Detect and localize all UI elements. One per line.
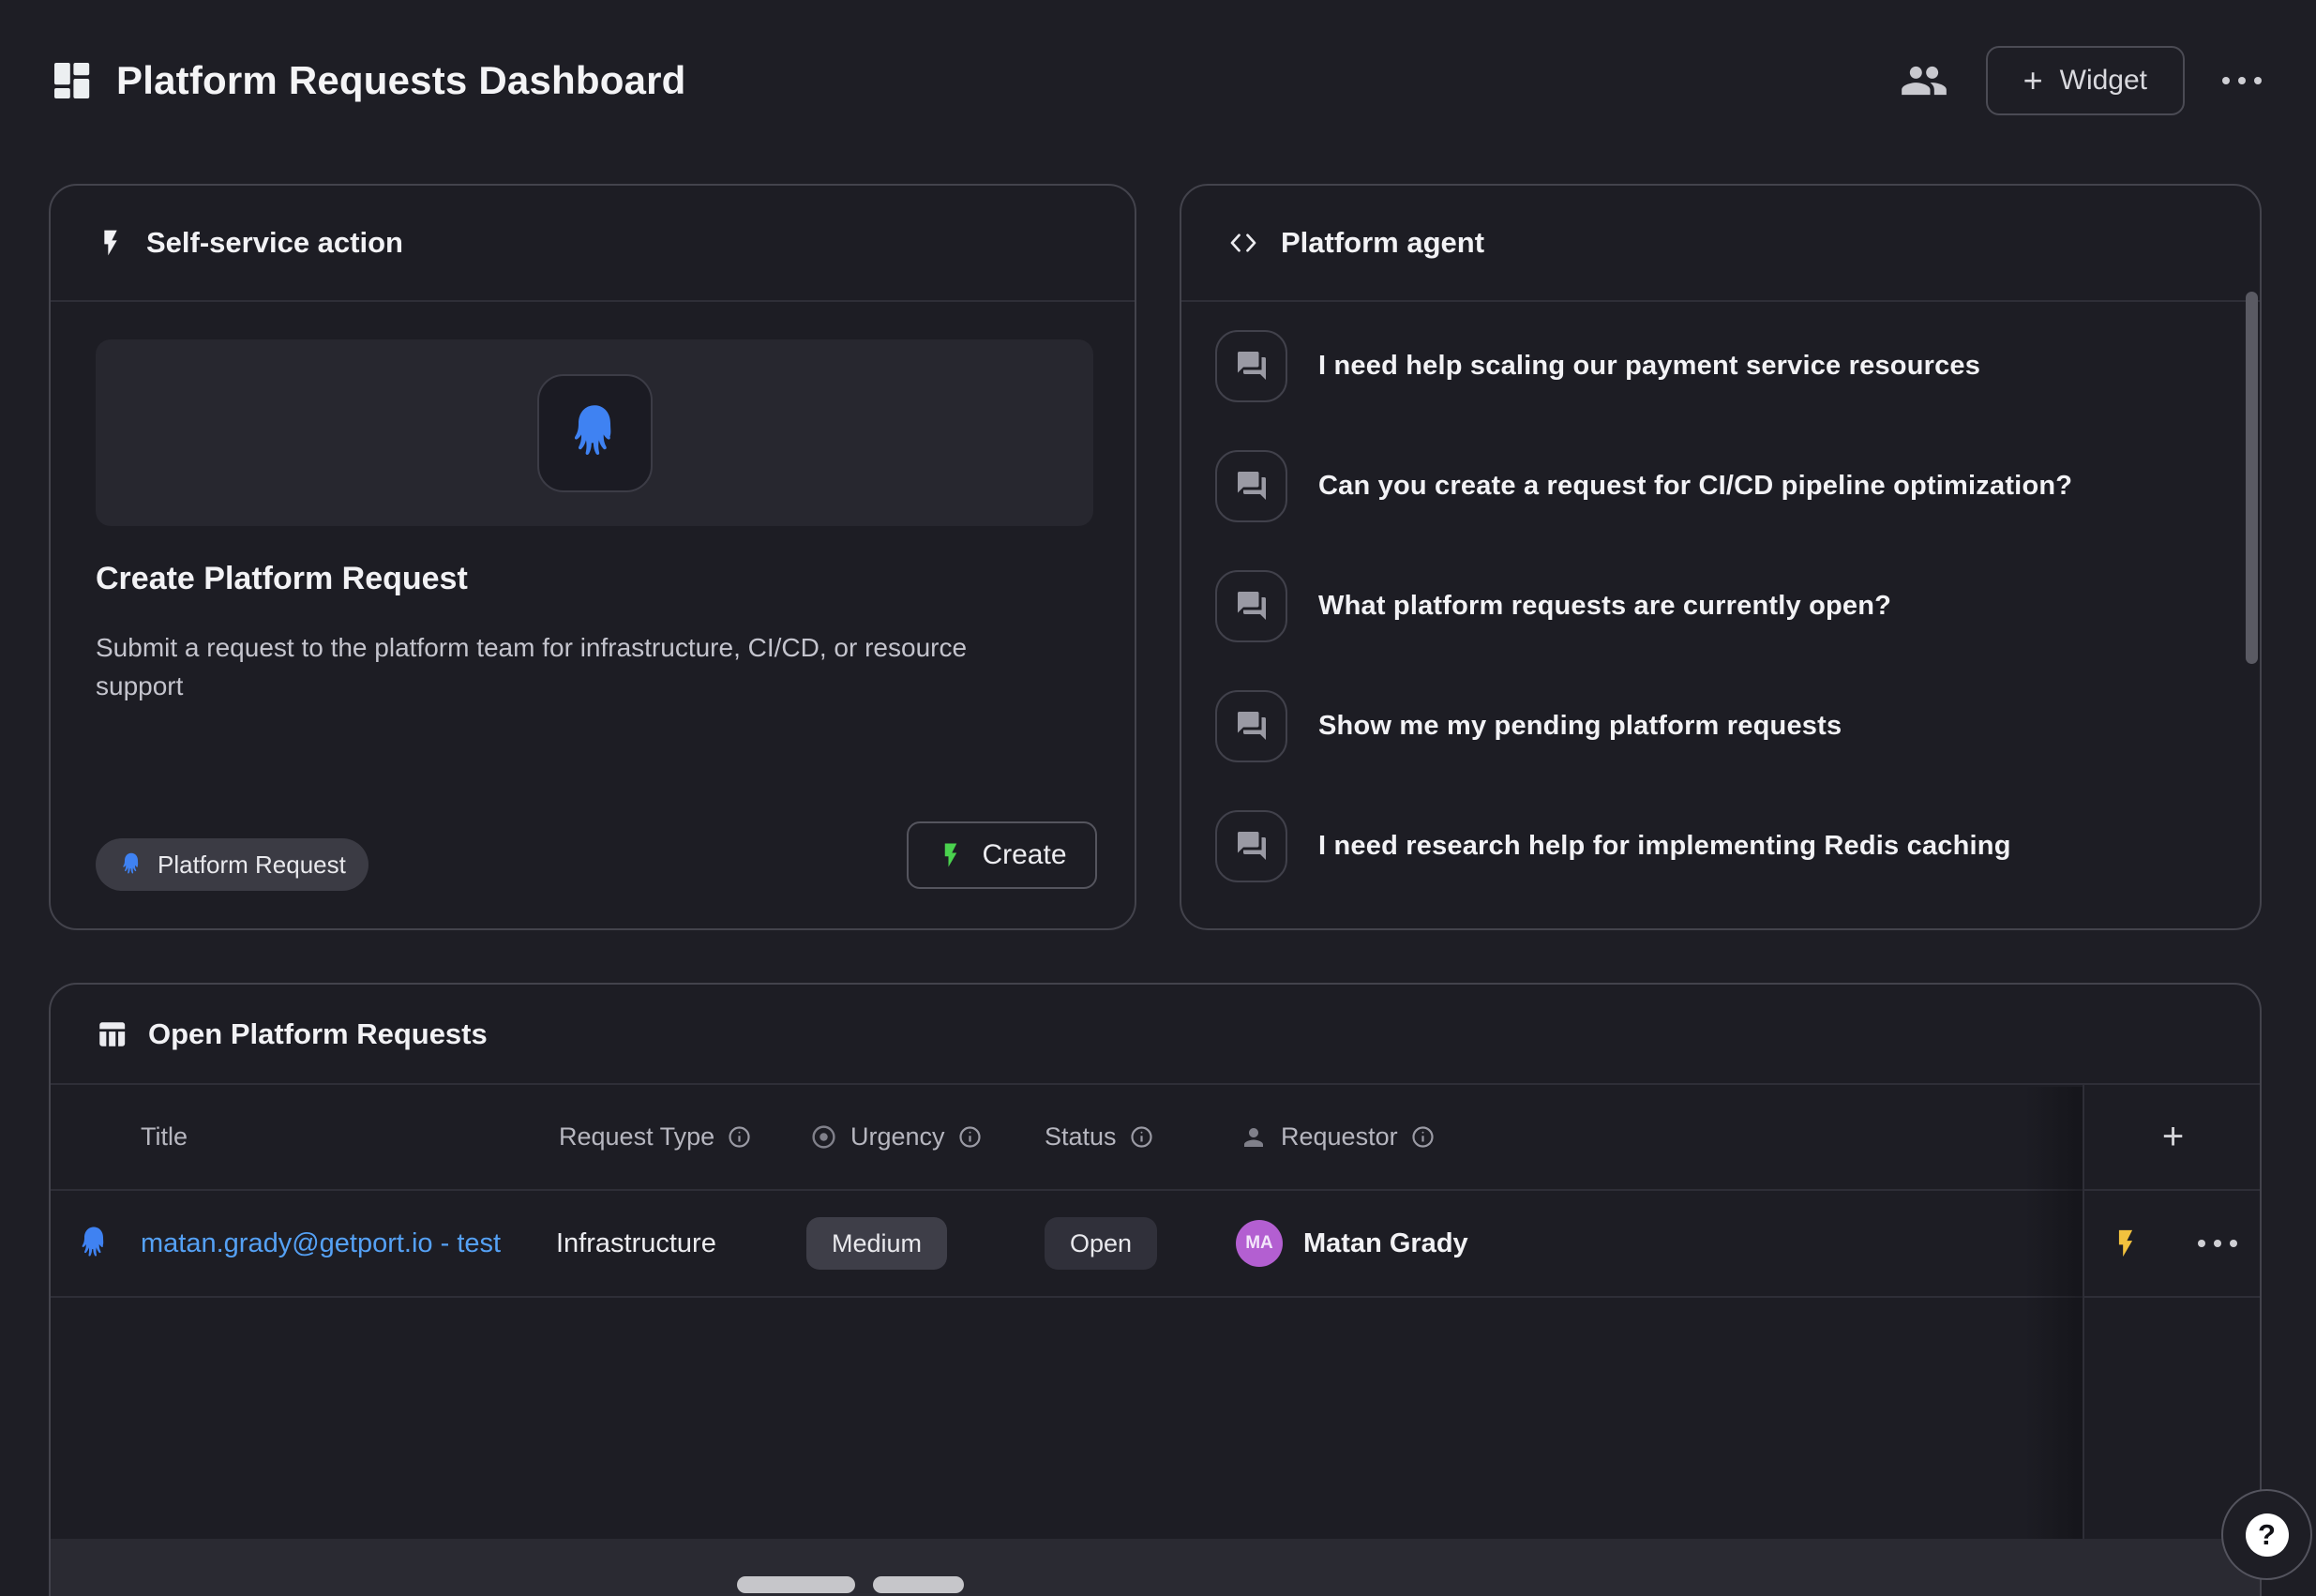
row-title-text[interactable]: matan.grady@getport.io - test — [141, 1228, 501, 1259]
platform-request-tag[interactable]: Platform Request — [96, 838, 368, 891]
platform-agent-card-title: Platform agent — [1281, 226, 1484, 260]
chat-icon — [1215, 570, 1287, 642]
platform-request-tag-label: Platform Request — [158, 851, 346, 880]
topbar-actions: + Widget — [1900, 46, 2262, 115]
topbar: Platform Requests Dashboard + Widget — [49, 36, 2262, 126]
create-button[interactable]: Create — [907, 821, 1097, 889]
row-requestor: MA Matan Grady — [1236, 1191, 1468, 1296]
platform-agent-card-header: Platform agent — [1181, 186, 2260, 302]
chat-icon — [1215, 330, 1287, 402]
self-service-card-title: Self-service action — [146, 226, 403, 260]
action-preview-panel — [96, 339, 1093, 526]
row-run-action-icon[interactable] — [2110, 1191, 2142, 1296]
urgency-badge: Medium — [806, 1217, 947, 1270]
chat-icon — [1215, 450, 1287, 522]
agent-suggestion[interactable]: I need research help for implementing Re… — [1181, 786, 2260, 906]
row-urgency: Medium — [806, 1191, 947, 1296]
add-widget-label: Widget — [2060, 65, 2147, 97]
agent-suggestion[interactable]: Show me my pending platform requests — [1181, 666, 2260, 786]
platform-agent-card: Platform agent I need help scaling our p… — [1180, 184, 2262, 930]
table-footer-scrollbar-track — [51, 1539, 2260, 1596]
lightning-icon-green — [937, 841, 965, 869]
table-card-title: Open Platform Requests — [148, 1017, 488, 1051]
column-title-label: Title — [141, 1122, 188, 1152]
action-description: Submit a request to the platform team fo… — [96, 628, 1015, 705]
suggestion-label: Can you create a request for CI/CD pipel… — [1318, 471, 2072, 502]
topbar-title-group: Platform Requests Dashboard — [49, 58, 686, 103]
add-widget-button[interactable]: + Widget — [1986, 46, 2185, 115]
action-logo-tile — [537, 374, 653, 492]
requestor-name: Matan Grady — [1303, 1228, 1468, 1259]
octopus-icon-small — [118, 851, 144, 879]
row-status: Open — [1045, 1191, 1157, 1296]
table-card-header: Open Platform Requests — [51, 985, 2260, 1085]
row-entity-icon — [75, 1191, 113, 1296]
actions-column-divider — [2083, 1085, 2084, 1539]
page-title: Platform Requests Dashboard — [116, 58, 686, 103]
row-more-options-icon[interactable] — [2198, 1191, 2237, 1296]
row-title-link[interactable]: matan.grady@getport.io - test — [141, 1191, 501, 1296]
column-status-label: Status — [1045, 1122, 1117, 1152]
person-icon — [1240, 1123, 1268, 1152]
create-button-label: Create — [982, 839, 1066, 871]
platform-requests-dashboard-page: Platform Requests Dashboard + Widget Sel… — [0, 0, 2316, 1596]
suggestion-label: I need help scaling our payment service … — [1318, 351, 1980, 382]
agent-suggestion[interactable]: I need help scaling our payment service … — [1181, 306, 2260, 426]
column-title[interactable]: Title — [141, 1085, 188, 1189]
action-title: Create Platform Request — [96, 561, 468, 597]
code-icon — [1226, 226, 1260, 260]
column-request-type[interactable]: Request Type — [559, 1085, 751, 1189]
add-column-button[interactable]: + — [2083, 1085, 2262, 1189]
row-request-type-text: Infrastructure — [556, 1228, 716, 1259]
suggestion-label: What platform requests are currently ope… — [1318, 591, 1891, 622]
self-service-card-header: Self-service action — [51, 186, 1135, 302]
table-row[interactable]: matan.grady@getport.io - test Infrastruc… — [51, 1191, 2260, 1298]
question-mark-icon: ? — [2246, 1513, 2289, 1557]
dashboard-icon — [49, 58, 94, 103]
lightning-icon — [96, 228, 126, 258]
info-icon[interactable] — [958, 1125, 982, 1149]
horizontal-scrollbar[interactable] — [737, 1576, 855, 1593]
agent-suggestion[interactable]: Can you create a request for CI/CD pipel… — [1181, 426, 2260, 546]
column-status[interactable]: Status — [1045, 1085, 1153, 1189]
table-column-header-row: Title Request Type Urgency Status — [51, 1085, 2260, 1191]
column-requestor-label: Requestor — [1281, 1122, 1398, 1152]
info-icon[interactable] — [1130, 1125, 1153, 1149]
requestor-avatar: MA — [1236, 1220, 1283, 1267]
column-urgency[interactable]: Urgency — [810, 1085, 982, 1189]
radio-icon — [810, 1123, 837, 1151]
self-service-action-card: Self-service action Create Platform Requ… — [49, 184, 1136, 930]
table-icon — [96, 1018, 128, 1050]
more-options-icon[interactable] — [2222, 77, 2262, 84]
vertical-scrollbar[interactable] — [2246, 292, 2258, 664]
column-request-type-label: Request Type — [559, 1122, 714, 1152]
info-icon[interactable] — [1411, 1125, 1435, 1149]
horizontal-scrollbar-secondary[interactable] — [873, 1576, 964, 1593]
suggestion-label: I need research help for implementing Re… — [1318, 831, 2011, 862]
octopus-icon — [563, 399, 626, 467]
agent-suggestion-list: I need help scaling our payment service … — [1181, 306, 2260, 906]
column-urgency-label: Urgency — [850, 1122, 945, 1152]
people-icon[interactable] — [1900, 56, 1948, 105]
column-requestor[interactable]: Requestor — [1240, 1085, 1435, 1189]
plus-icon: + — [2023, 64, 2043, 98]
chat-icon — [1215, 690, 1287, 762]
status-badge: Open — [1045, 1217, 1157, 1270]
row-request-type: Infrastructure — [556, 1191, 716, 1296]
info-icon[interactable] — [728, 1125, 751, 1149]
open-platform-requests-card: Open Platform Requests Title Request Typ… — [49, 983, 2262, 1596]
chat-icon — [1215, 810, 1287, 882]
agent-suggestion[interactable]: What platform requests are currently ope… — [1181, 546, 2260, 666]
help-button[interactable]: ? — [2221, 1489, 2312, 1580]
suggestion-label: Show me my pending platform requests — [1318, 711, 1842, 742]
